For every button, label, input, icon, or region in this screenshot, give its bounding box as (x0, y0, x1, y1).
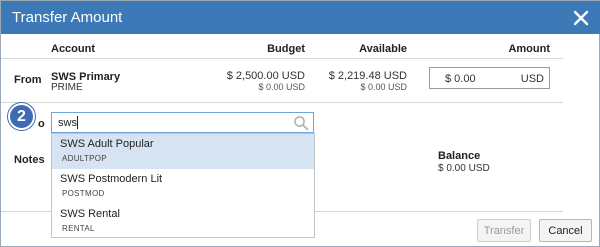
header-divider (1, 58, 563, 59)
text-caret (77, 116, 78, 129)
balance-label: Balance (438, 150, 481, 162)
search-icon[interactable] (293, 115, 309, 131)
dropdown-option-adultpop[interactable]: SWS Adult Popular ADULTPOP (52, 134, 314, 169)
to-label: o (38, 118, 45, 130)
dialog-titlebar: Transfer Amount (1, 1, 600, 34)
option-code: RENTAL (62, 224, 95, 233)
from-budget: $ 2,500.00 USD (226, 70, 305, 82)
from-budget-sub: $ 0.00 USD (258, 82, 305, 92)
from-account-code: PRIME (51, 82, 83, 93)
from-available-sub: $ 0.00 USD (360, 82, 407, 92)
cancel-button[interactable]: Cancel (539, 219, 592, 242)
option-name: SWS Postmodern Lit (60, 173, 163, 185)
search-query: sws (58, 117, 77, 129)
option-code: ADULTPOP (62, 154, 107, 163)
amount-value: $ 0.00 (445, 73, 476, 85)
dialog-title: Transfer Amount (12, 9, 123, 26)
option-code: POSTMOD (62, 189, 105, 198)
amount-currency: USD (520, 73, 544, 85)
transfer-amount-dialog: Transfer Amount Account Budget Available… (0, 0, 600, 247)
balance-value: $ 0.00 USD (438, 163, 490, 174)
amount-input[interactable]: $ 0.00 USD (429, 67, 550, 89)
from-label: From (14, 74, 42, 86)
from-row-divider (1, 102, 563, 103)
transfer-button[interactable]: Transfer (477, 219, 531, 242)
column-header-available: Available (359, 43, 407, 55)
account-dropdown-list: SWS Adult Popular ADULTPOP SWS Postmoder… (51, 133, 315, 238)
dropdown-option-postmod[interactable]: SWS Postmodern Lit POSTMOD (52, 169, 314, 204)
option-name: SWS Rental (60, 208, 120, 220)
close-icon[interactable] (571, 6, 591, 28)
from-available: $ 2,219.48 USD (328, 70, 407, 82)
dropdown-option-rental[interactable]: SWS Rental RENTAL (52, 204, 314, 239)
notes-label: Notes (14, 154, 45, 166)
column-header-budget: Budget (267, 43, 305, 55)
column-header-amount: Amount (508, 43, 550, 55)
step-badge: 2 (8, 103, 35, 130)
to-account-search-input[interactable]: sws (51, 112, 314, 133)
column-header-account: Account (51, 43, 95, 55)
option-name: SWS Adult Popular (60, 138, 154, 150)
